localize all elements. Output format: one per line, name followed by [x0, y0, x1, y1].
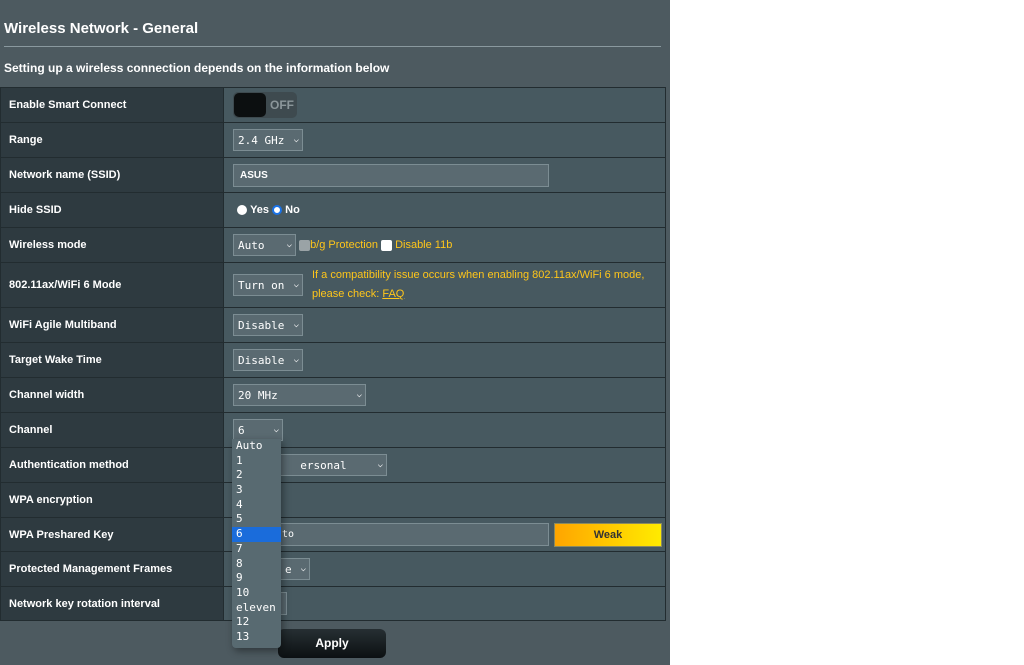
ax-mode-select[interactable]: Turn on ⌵	[233, 274, 303, 296]
label: Network key rotation interval	[0, 586, 224, 621]
label: Hide SSID	[0, 192, 224, 228]
channel-option[interactable]: 8	[232, 557, 281, 572]
channel-option[interactable]: 4	[232, 498, 281, 513]
settings-table: Enable Smart Connect OFF Range 2.4 GHz ⌵ Ne…	[0, 87, 666, 621]
channel-option[interactable]: 9	[232, 571, 281, 586]
label: Channel width	[0, 377, 224, 413]
agile-multiband-select[interactable]: Disable ⌵	[233, 314, 303, 336]
label: WPA Preshared Key	[0, 517, 224, 552]
channel-option[interactable]: 12	[232, 615, 281, 630]
compat-note: please check:	[312, 288, 383, 300]
bg-protection-checkbox[interactable]	[299, 239, 311, 251]
hide-ssid-no-radio[interactable]	[272, 205, 283, 216]
label: WPA encryption	[0, 482, 224, 518]
target-wake-time-select[interactable]: Disable ⌵	[233, 349, 303, 371]
faq-link[interactable]: FAQ	[382, 288, 404, 300]
label: Wireless mode	[0, 227, 224, 263]
range-select[interactable]: 2.4 GHz ⌵	[233, 129, 303, 151]
divider	[4, 46, 661, 47]
channel-option[interactable]: 10	[232, 586, 281, 601]
chevron-down-icon: ⌵	[293, 135, 299, 145]
label: Channel	[0, 412, 224, 448]
checkbox-label: b/g Protection	[310, 238, 378, 251]
wireless-mode-select[interactable]: Auto ⌵	[233, 234, 296, 256]
key-strength-indicator: Weak	[554, 522, 662, 547]
label: 802.11ax/WiFi 6 Mode	[0, 262, 224, 308]
label: Range	[0, 122, 224, 158]
checkbox-label: Disable 11b	[395, 238, 453, 251]
apply-button[interactable]: Apply	[278, 629, 386, 658]
label: Authentication method	[0, 447, 224, 483]
radio-label: Yes	[250, 204, 270, 216]
channel-select[interactable]: 6 ⌵	[233, 419, 283, 441]
label: Protected Management Frames	[0, 551, 224, 587]
channel-option[interactable]: Auto	[232, 439, 281, 454]
compat-note: If a compatibility issue occurs when ena…	[312, 269, 645, 281]
hide-ssid-yes-radio[interactable]	[237, 205, 247, 216]
channel-option[interactable]: eleven	[232, 601, 281, 616]
channel-option[interactable]: 1	[232, 454, 281, 469]
radio-label: No	[285, 204, 300, 216]
label: WiFi Agile Multiband	[0, 307, 224, 343]
page-title: Wireless Network - General	[4, 20, 199, 37]
smart-connect-toggle[interactable]: OFF	[233, 92, 297, 118]
ssid-input[interactable]: ASUS	[233, 163, 549, 187]
channel-option[interactable]: 2	[232, 468, 281, 483]
channel-option[interactable]: 3	[232, 483, 281, 498]
channel-option[interactable]: 6	[232, 527, 281, 542]
label: Enable Smart Connect	[0, 87, 224, 123]
label: Target Wake Time	[0, 342, 224, 378]
disable-11b-checkbox[interactable]	[381, 239, 392, 251]
page-subtitle: Setting up a wireless connection depends…	[4, 61, 390, 75]
label: Network name (SSID)	[0, 157, 224, 193]
channel-option[interactable]: 7	[232, 542, 281, 557]
channel-dropdown-list: Auto 1 2 3 4 5 6 7 8 9 10 eleven 12 13	[232, 439, 281, 648]
channel-option[interactable]: 13	[232, 630, 281, 645]
channel-width-select[interactable]: 20 MHz ⌵	[233, 384, 366, 406]
wireless-general-panel: Wireless Network - General Setting up a …	[0, 0, 670, 665]
channel-option[interactable]: 5	[232, 512, 281, 527]
